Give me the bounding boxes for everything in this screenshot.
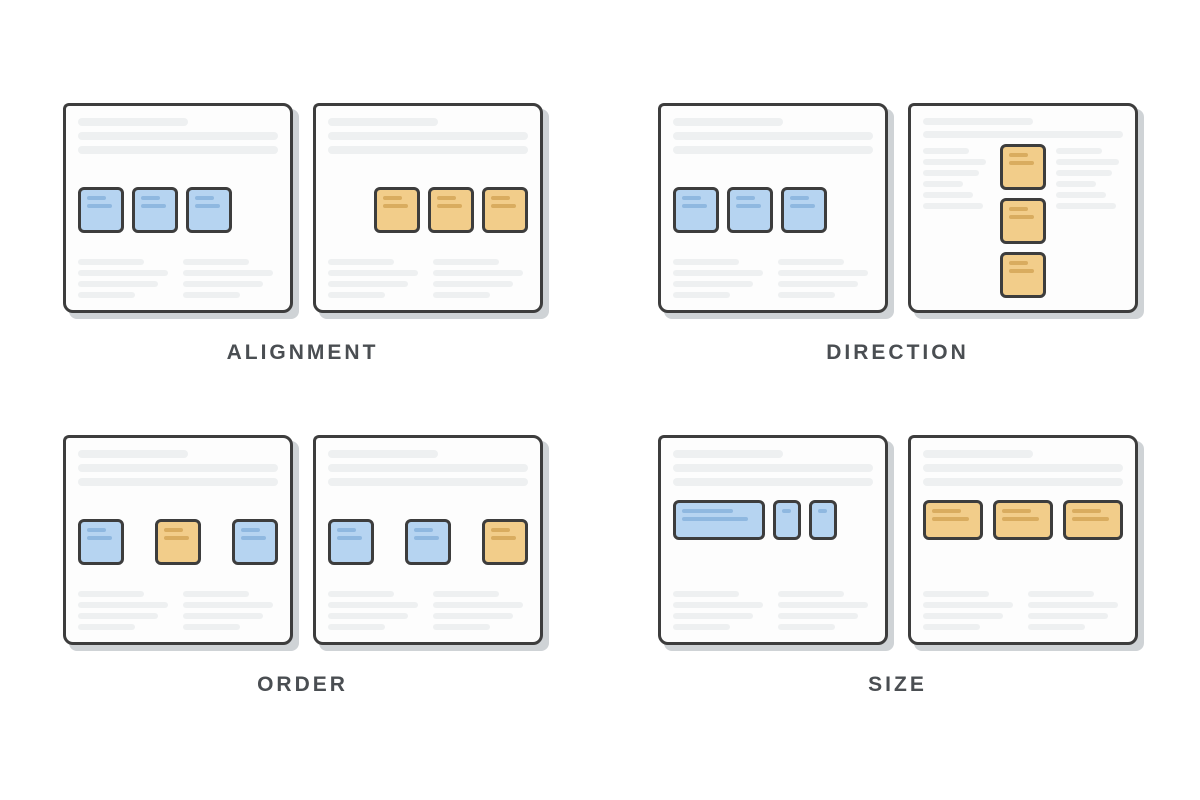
- concept-direction: DIRECTION: [645, 103, 1150, 365]
- flex-item: [155, 519, 201, 565]
- flex-item: [673, 187, 719, 233]
- concept-order: ORDER: [50, 435, 555, 697]
- flex-item: [78, 519, 124, 565]
- flex-item: [186, 187, 232, 233]
- concept-size: SIZE: [645, 435, 1150, 697]
- size-panel-b: [908, 435, 1138, 645]
- flex-item: [781, 187, 827, 233]
- flex-item: [727, 187, 773, 233]
- flex-item: [232, 519, 278, 565]
- concept-label: SIZE: [868, 673, 927, 697]
- flex-item: [374, 187, 420, 233]
- flex-item: [78, 187, 124, 233]
- flex-item-small: [809, 500, 837, 540]
- concept-label: ORDER: [257, 673, 348, 697]
- alignment-panel-left: [63, 103, 293, 313]
- flex-item: [1000, 252, 1046, 298]
- order-panel-a: [63, 435, 293, 645]
- flex-item: [1000, 144, 1046, 190]
- flex-item: [132, 187, 178, 233]
- concept-label: DIRECTION: [826, 341, 969, 365]
- flex-item-equal: [1063, 500, 1123, 540]
- flex-item: [405, 519, 451, 565]
- flex-item: [328, 519, 374, 565]
- direction-panel-column: [908, 103, 1138, 313]
- flex-item: [482, 519, 528, 565]
- concept-label: ALIGNMENT: [227, 341, 379, 365]
- flex-item-large: [673, 500, 765, 540]
- flex-item-equal: [993, 500, 1053, 540]
- flex-item-small: [773, 500, 801, 540]
- flex-item: [428, 187, 474, 233]
- flexbox-concepts-diagram: ALIGNMENT: [50, 103, 1150, 697]
- order-panel-b: [313, 435, 543, 645]
- flex-item-equal: [923, 500, 983, 540]
- size-panel-a: [658, 435, 888, 645]
- direction-panel-row: [658, 103, 888, 313]
- concept-alignment: ALIGNMENT: [50, 103, 555, 365]
- alignment-panel-right: [313, 103, 543, 313]
- flex-item: [482, 187, 528, 233]
- flex-item: [1000, 198, 1046, 244]
